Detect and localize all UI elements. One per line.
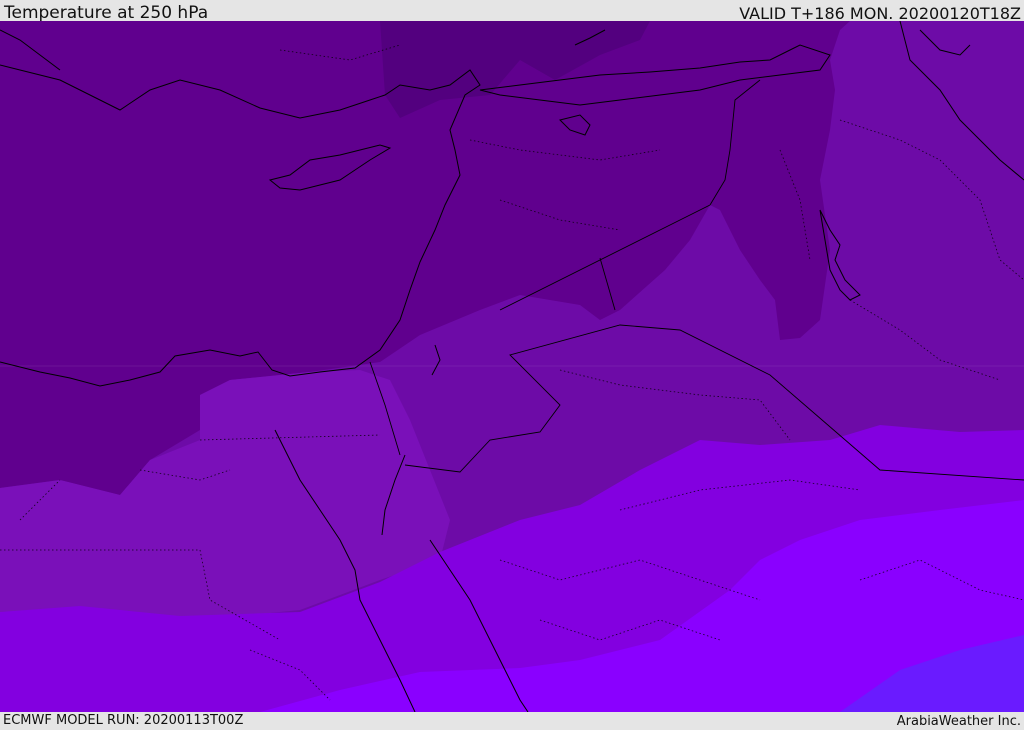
map-title: Temperature at 250 hPa	[4, 3, 209, 23]
temperature-map[interactable]	[0, 21, 1024, 712]
footer-bar: ECMWF MODEL RUN: 20200113T00Z ArabiaWeat…	[0, 712, 1024, 729]
credit-label: ArabiaWeather Inc.	[896, 714, 1021, 729]
header-bar: Temperature at 250 hPa VALID T+186 MON. …	[0, 0, 1024, 23]
model-run-label: ECMWF MODEL RUN: 20200113T00Z	[3, 713, 244, 728]
